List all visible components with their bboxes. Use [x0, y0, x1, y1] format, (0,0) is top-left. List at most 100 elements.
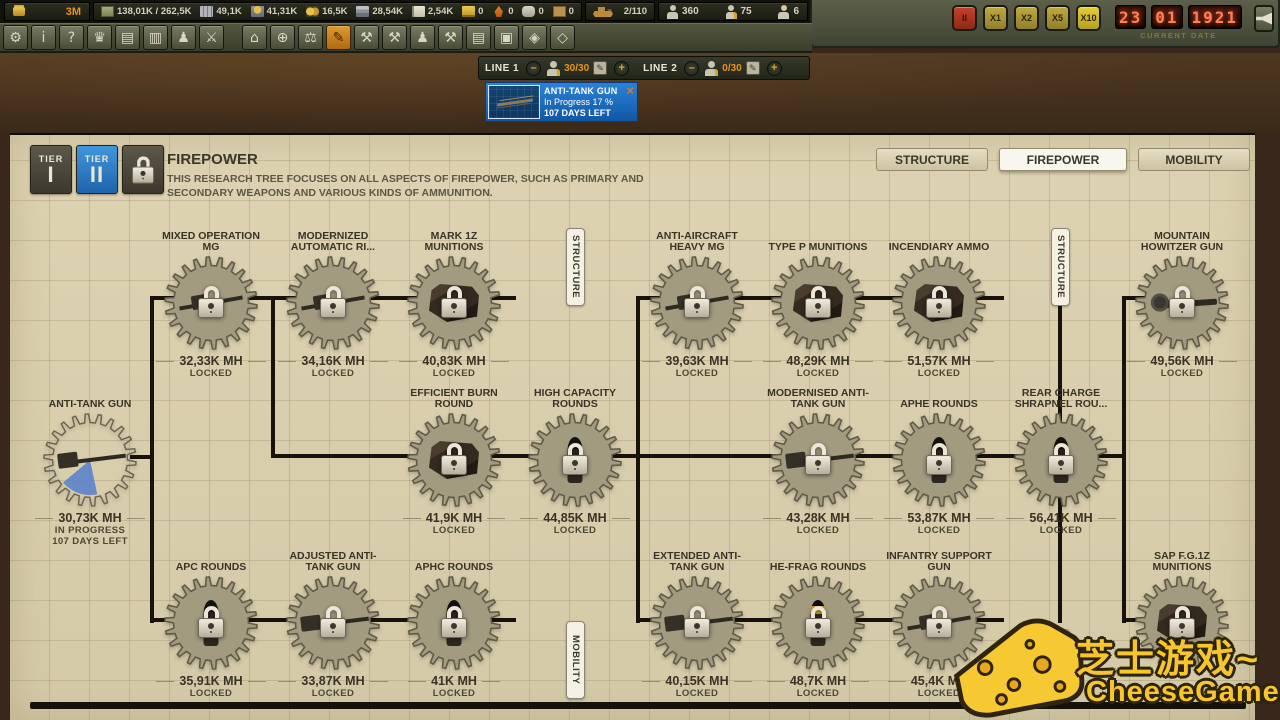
structure-link-tab[interactable]: STRUCTURE: [566, 228, 585, 306]
tab-mobility[interactable]: MOBILITY: [1138, 148, 1250, 171]
research-status: IN PROGRESS: [25, 525, 155, 536]
research-node[interactable]: ADJUSTED ANTI-TANK GUN 33,87K MH LOCKED: [268, 547, 398, 699]
settings-icon[interactable]: ⚙: [3, 25, 28, 50]
tank-icon: [593, 6, 613, 17]
tier-1-tab[interactable]: TIER I: [30, 145, 72, 194]
research-gear: [770, 412, 866, 508]
research-gear: [42, 412, 138, 508]
depot-icon[interactable]: ▤: [466, 25, 491, 50]
line2-edit-button[interactable]: ✎: [746, 61, 760, 75]
research-node[interactable]: MARK 1Z MUNITIONS 40,83K MH LOCKED: [389, 227, 519, 379]
research-node[interactable]: INCENDIARY AMMO 51,57K MH LOCKED: [874, 227, 1004, 379]
research-card-progress: In Progress 17 %: [544, 97, 631, 107]
research-node-title: TYPE P MUNITIONS: [764, 227, 872, 254]
help-icon[interactable]: ?: [59, 25, 84, 50]
research-node[interactable]: MIXED OPERATION MG 32,33K MH LOCKED: [146, 227, 276, 379]
staff-icon[interactable]: ♟: [410, 25, 435, 50]
artillery-icon[interactable]: ▣: [494, 25, 519, 50]
research-node[interactable]: TYPE P MUNITIONS 48,29K MH LOCKED: [753, 227, 883, 379]
resource-icon: [412, 6, 425, 17]
research-node[interactable]: MODERNISED ANTI-TANK GUN 43,28K MH LOCKE…: [753, 384, 883, 536]
factory-icon[interactable]: ⌂: [242, 25, 267, 50]
info-icon[interactable]: i: [31, 25, 56, 50]
line2-count: 0/30: [722, 63, 741, 74]
tab-structure[interactable]: STRUCTURE: [876, 148, 988, 171]
active-research-card[interactable]: ANTI-TANK GUN In Progress 17 % 107 DAYS …: [485, 82, 638, 122]
research-node[interactable]: ANTI-TANK GUN 30,73K MH IN PROGRESS 107 …: [25, 384, 155, 548]
lock-icon: [318, 606, 348, 638]
research-node[interactable]: MODERNIZED AUTOMATIC RI... 34,16K MH LOC…: [268, 227, 398, 379]
structure-link-tab[interactable]: STRUCTURE: [1051, 228, 1070, 306]
construction-icon[interactable]: ⚒: [438, 25, 463, 50]
military-icon[interactable]: ⚔: [199, 25, 224, 50]
tier-2-tab[interactable]: TIER II: [76, 145, 118, 194]
achievements-icon[interactable]: ♛: [87, 25, 112, 50]
tier-3-locked-tab[interactable]: [122, 145, 164, 194]
announcements-button[interactable]: [1254, 5, 1274, 32]
close-icon[interactable]: ×: [626, 83, 634, 98]
newspaper-icon[interactable]: ▤: [115, 25, 140, 50]
lock-icon: [682, 286, 712, 318]
line1-label: LINE 1: [485, 63, 519, 74]
research-node[interactable]: MOUNTAIN HOWITZER GUN 49,56K MH LOCKED: [1117, 227, 1247, 379]
research-status: LOCKED: [996, 525, 1126, 536]
research-node[interactable]: REAR CHARGE SHRAPNEL ROU... 56,41K MH LO…: [996, 384, 1126, 536]
lock-icon: [196, 286, 226, 318]
research-node[interactable]: EFFICIENT BURN ROUND 41,9K MH LOCKED: [389, 384, 519, 536]
line2-add-button[interactable]: +: [767, 61, 782, 76]
research-gear: [527, 412, 623, 508]
tank-upgrade-icon[interactable]: ◈: [522, 25, 547, 50]
market-icon[interactable]: ⚖: [298, 25, 323, 50]
research-node[interactable]: APHC ROUNDS 41K MH LOCKED: [389, 547, 519, 699]
date-digit-group: 23: [1115, 5, 1146, 29]
speed-x5-button[interactable]: X5: [1045, 5, 1070, 31]
line2-remove-button[interactable]: –: [684, 61, 699, 76]
research-node[interactable]: EXTENDED ANTI-TANK GUN 40,15K MH LOCKED: [632, 547, 762, 699]
personnel-value: 75: [741, 6, 752, 17]
research-icon[interactable]: ✎: [326, 25, 351, 50]
research-gear: [1013, 412, 1109, 508]
tier-tabs: TIER I TIER II: [30, 145, 164, 194]
line1-add-button[interactable]: +: [614, 61, 629, 76]
personnel-icon[interactable]: ♟: [171, 25, 196, 50]
line1-edit-button[interactable]: ✎: [593, 61, 607, 75]
game-window: 3M 138,01K / 262,5K 49,1K 41,31K 16,5K 2…: [0, 0, 1280, 720]
resource-icon: [306, 6, 319, 17]
research-node-title: APHC ROUNDS: [400, 547, 508, 574]
research-cost: 48,29K MH: [753, 354, 883, 368]
research-node[interactable]: HE-FRAG ROUNDS 48,7K MH LOCKED: [753, 547, 883, 699]
research-status: LOCKED: [146, 688, 276, 699]
research-cost: 40,15K MH: [632, 674, 762, 688]
tab-firepower[interactable]: FIREPOWER: [999, 148, 1127, 171]
resource-value: 41,31K: [267, 6, 298, 17]
research-node-title: MODERNISED ANTI-TANK GUN: [764, 384, 872, 411]
resource-value: 0: [569, 6, 574, 17]
research-node[interactable]: APC ROUNDS 35,91K MH LOCKED: [146, 547, 276, 699]
line1-remove-button[interactable]: –: [526, 61, 541, 76]
speed-x2-button[interactable]: X2: [1014, 5, 1039, 31]
research-gear: [406, 575, 502, 671]
research-gear: [649, 575, 745, 671]
research-node[interactable]: HIGH CAPACITY ROUNDS 44,85K MH LOCKED: [510, 384, 640, 536]
research-node[interactable]: ANTI-AIRCRAFT HEAVY MG 39,63K MH LOCKED: [632, 227, 762, 379]
speed-x1-button[interactable]: X1: [983, 5, 1008, 31]
research-card-percent: 17 %: [593, 97, 614, 107]
ledger-icon[interactable]: ▥: [143, 25, 168, 50]
research-status: LOCKED: [753, 688, 883, 699]
research-status: LOCKED: [510, 525, 640, 536]
research-node[interactable]: APHE ROUNDS 53,87K MH LOCKED: [874, 384, 1004, 536]
research-cost: 34,16K MH: [268, 354, 398, 368]
pause-button[interactable]: II: [952, 5, 977, 31]
maintenance-icon[interactable]: ⚒: [382, 25, 407, 50]
lock-icon: [803, 286, 833, 318]
resource-icon: [101, 6, 114, 17]
research-node-title: ANTI-TANK GUN: [36, 384, 144, 411]
repair-icon[interactable]: ⚒: [354, 25, 379, 50]
tank-production-icon[interactable]: ◇: [550, 25, 575, 50]
speed-x10-button[interactable]: X10: [1076, 5, 1101, 31]
research-status: LOCKED: [389, 688, 519, 699]
research-gear: [770, 575, 866, 671]
mobility-link-tab[interactable]: MOBILITY: [566, 621, 585, 699]
world-map-icon[interactable]: ⊕: [270, 25, 295, 50]
research-status: LOCKED: [753, 368, 883, 379]
